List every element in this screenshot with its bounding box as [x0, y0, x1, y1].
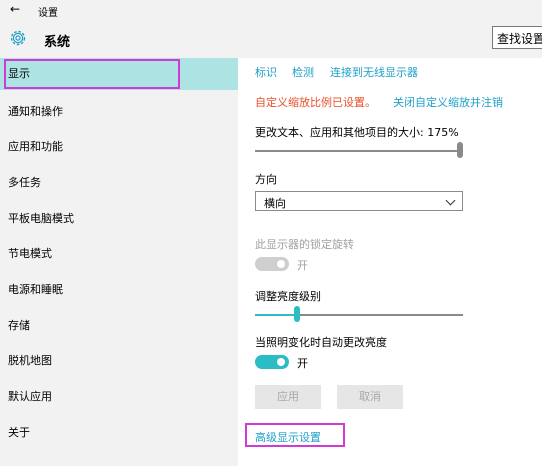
brightness-slider-fill [255, 314, 297, 316]
orientation-value: 横向 [264, 197, 286, 210]
chevron-down-icon [445, 195, 456, 206]
sidebar-item-offline-maps[interactable]: 脱机地图 [0, 345, 238, 377]
sidebar-item-label: 存储 [8, 319, 30, 332]
orientation-dropdown[interactable]: 横向 [255, 191, 463, 211]
sidebar-item-label: 电源和睡眠 [8, 283, 63, 296]
auto-brightness-state: 开 [297, 357, 308, 370]
auto-brightness-toggle[interactable] [255, 355, 289, 369]
sidebar-item-tablet-mode[interactable]: 平板电脑模式 [0, 203, 238, 235]
orientation-label: 方向 [255, 173, 277, 186]
custom-scale-notice: 自定义缩放比例已设置。 [255, 96, 376, 109]
sidebar-item-label: 默认应用 [8, 390, 52, 403]
scale-slider-track[interactable] [255, 150, 463, 152]
rotation-lock-toggle[interactable] [255, 257, 289, 271]
back-arrow-icon[interactable]: ← [10, 2, 20, 16]
identify-link[interactable]: 标识 [255, 64, 277, 80]
highlight-annotation [4, 59, 180, 89]
sidebar-item-label: 关于 [8, 426, 30, 439]
detect-link[interactable]: 检测 [292, 64, 314, 80]
rotation-lock-state: 开 [297, 259, 308, 272]
page-header: 系统 查找设置 [0, 20, 542, 58]
sidebar-item-label: 节电模式 [8, 247, 52, 260]
rotation-lock-label: 此显示器的锁定旋转 [255, 238, 354, 251]
sidebar-item-label: 脱机地图 [8, 354, 52, 367]
apply-button[interactable]: 应用 [255, 385, 321, 409]
sidebar-item-battery-saver[interactable]: 节电模式 [0, 238, 238, 270]
sidebar-item-notifications[interactable]: 通知和操作 [0, 96, 238, 128]
sidebar-item-multitasking[interactable]: 多任务 [0, 167, 238, 199]
highlight-annotation [245, 423, 345, 447]
title-bar: ← 设置 [0, 0, 542, 20]
sidebar-item-about[interactable]: 关于 [0, 417, 238, 449]
sidebar-item-power-sleep[interactable]: 电源和睡眠 [0, 274, 238, 306]
page-title: 系统 [44, 35, 71, 50]
cancel-button[interactable]: 取消 [337, 385, 403, 409]
sidebar-item-label: 应用和功能 [8, 140, 63, 153]
brightness-label: 调整亮度级别 [255, 290, 321, 303]
search-input[interactable]: 查找设置 [492, 26, 542, 49]
sidebar-item-default-apps[interactable]: 默认应用 [0, 381, 238, 413]
sidebar-item-label: 多任务 [8, 176, 41, 189]
scale-slider-thumb[interactable] [457, 142, 463, 158]
sidebar: 显示 通知和操作 应用和功能 多任务 平板电脑模式 节电模式 电源和睡眠 存储 … [0, 58, 238, 466]
display-settings-panel: 标识 检测 连接到无线显示器 自定义缩放比例已设置。 关闭自定义缩放并注销 更改… [238, 58, 542, 466]
sidebar-item-storage[interactable]: 存储 [0, 310, 238, 342]
disable-custom-scale-link[interactable]: 关闭自定义缩放并注销 [393, 94, 503, 110]
scale-label: 更改文本、应用和其他项目的大小: 175% [255, 126, 459, 139]
brightness-slider-thumb[interactable] [294, 306, 300, 322]
window-title: 设置 [38, 8, 58, 19]
sidebar-item-label: 通知和操作 [8, 105, 63, 118]
gear-icon [10, 30, 26, 46]
auto-brightness-label: 当照明变化时自动更改亮度 [255, 336, 387, 349]
sidebar-item-apps[interactable]: 应用和功能 [0, 131, 238, 163]
sidebar-item-label: 平板电脑模式 [8, 212, 74, 225]
wireless-display-link[interactable]: 连接到无线显示器 [330, 64, 418, 80]
